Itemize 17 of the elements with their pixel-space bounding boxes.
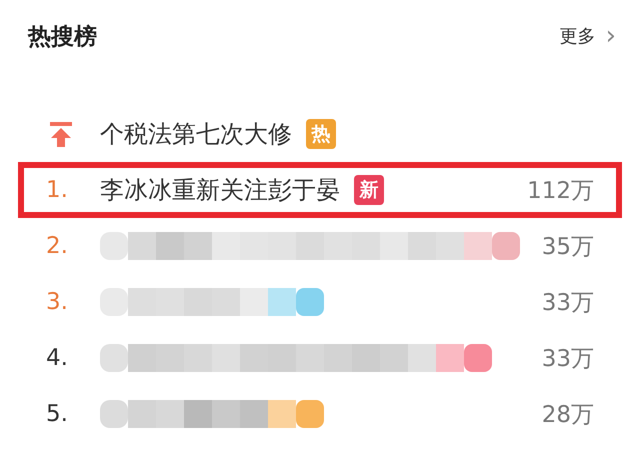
new-badge: 新	[354, 175, 384, 205]
rank-number: 2.	[46, 233, 69, 259]
topic-title[interactable]: 个税法第七次大修	[100, 118, 292, 150]
rank-number: 3.	[46, 289, 69, 315]
search-count: 112万	[527, 176, 594, 206]
search-count: 33万	[542, 344, 594, 374]
rank-number: 1.	[46, 177, 69, 203]
rank-number: 5.	[46, 401, 69, 427]
rank-number: 4.	[46, 345, 69, 371]
search-count: 35万	[542, 232, 594, 262]
more-link[interactable]: 更多 ›	[560, 23, 622, 49]
chevron-icon: ›	[606, 23, 616, 49]
list-title: 热搜榜	[28, 22, 97, 52]
topic-title[interactable]: 李冰冰重新关注彭于晏	[100, 174, 340, 206]
search-count: 28万	[542, 400, 594, 430]
hot-badge: 热	[306, 119, 336, 149]
search-count: 33万	[542, 288, 594, 318]
